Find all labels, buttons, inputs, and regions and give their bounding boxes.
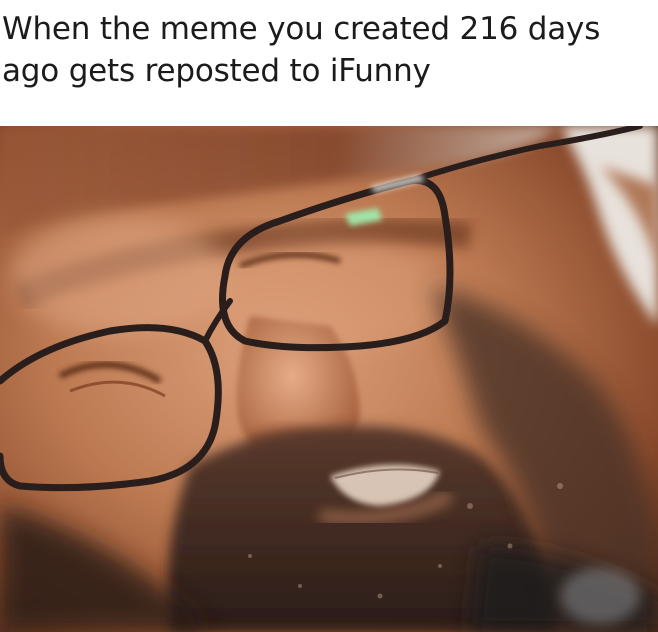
meme-photo bbox=[0, 126, 658, 632]
cheek-highlight-left bbox=[10, 216, 230, 336]
meme-caption-area: When the meme you created 216 days ago g… bbox=[0, 0, 658, 126]
foreground-blur-spot bbox=[560, 568, 640, 624]
meme-caption: When the meme you created 216 days ago g… bbox=[2, 11, 601, 89]
grimacing-face-image bbox=[0, 126, 658, 632]
